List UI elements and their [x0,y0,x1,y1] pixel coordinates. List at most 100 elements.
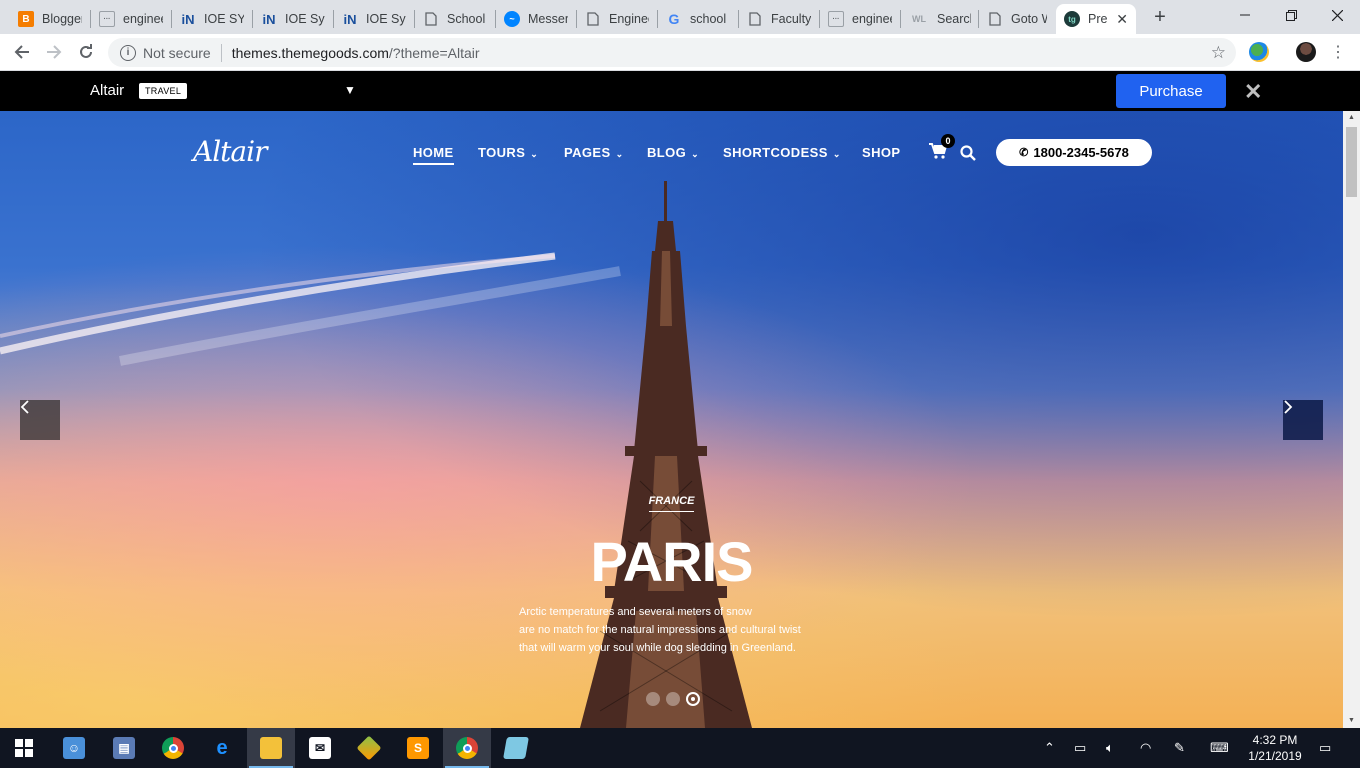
previous-slide-button[interactable] [20,400,60,440]
description-line: Arctic temperatures and several meters o… [519,606,752,618]
tab-ioe-syll-2[interactable]: iN IOE Syll [334,4,414,34]
page-icon: ··· [99,11,115,27]
tab-label: Blogger [42,12,82,26]
search-icon[interactable] [960,145,976,161]
forward-icon[interactable] [42,40,66,64]
security-label: Not secure [143,44,211,61]
pen-icon[interactable]: ✎ [1174,740,1185,756]
taskbar-file-explorer[interactable] [247,728,295,768]
description-line: that will warm your soul while dog sledd… [519,642,796,654]
tab-messenger[interactable]: ~ Messen [496,4,576,34]
chevron-down-icon: ⌄ [530,149,539,159]
purchase-button[interactable]: Purchase [1116,74,1226,108]
tab-enginee-2[interactable]: ··· enginee [820,4,900,34]
profile-avatar[interactable] [1296,42,1316,62]
show-hidden-icons-icon[interactable]: ⌃ [1044,740,1055,756]
slide-description: Arctic temperatures and several meters o… [519,603,839,657]
tab-goto[interactable]: Goto W [979,4,1055,34]
tab-search[interactable]: WL Search [901,4,979,34]
nav-blog-label: BLOG [647,145,687,160]
taskbar-notes[interactable] [492,728,540,768]
system-clock[interactable]: 4:32 PM 1/21/2019 [1244,732,1306,764]
address-bar[interactable]: i Not secure themes.themegoods.com/?them… [108,38,1236,67]
scroll-thumb[interactable] [1346,127,1357,197]
document-icon [423,11,439,27]
slide-dot-1[interactable] [646,692,660,706]
taskbar-file-manager[interactable]: ▤ [100,728,148,768]
notes-icon [503,737,529,759]
close-demo-bar-icon[interactable]: ✕ [1244,79,1262,105]
document-icon [585,11,601,27]
tab-school[interactable]: School [415,4,495,34]
next-slide-button[interactable] [1283,400,1323,440]
restore-button[interactable] [1268,0,1314,30]
taskbar-sublime[interactable]: S [394,728,442,768]
nav-home[interactable]: HOME [413,145,454,165]
tab-label: IOE Syll [366,12,406,26]
nav-tours[interactable]: TOURS ⌄ [478,145,538,160]
info-icon[interactable]: i [120,44,136,61]
tab-ioe-syll[interactable]: iN IOE Syll [253,4,333,34]
tab-blogger[interactable]: B Blogger [10,4,90,34]
phone-number: 1800-2345-5678 [1033,145,1129,160]
volume-icon[interactable]: 🔈︎ [1106,740,1114,756]
slide-dot-2[interactable] [666,692,680,706]
tab-label: Search [937,12,971,26]
new-tab-button[interactable]: + [1150,6,1170,28]
menu-kebab-icon[interactable]: ⋮ [1326,40,1350,64]
taskbar-mail[interactable]: ✉ [296,728,344,768]
close-tab-icon[interactable]: ✕ [1116,11,1128,28]
nav-shop[interactable]: SHOP [862,145,900,160]
tab-label: Pre [1088,12,1108,26]
keyboard-icon[interactable]: ⌨ [1210,740,1229,756]
category-badge: TRAVEL [139,83,188,99]
chrome-icon [456,737,478,759]
notification-center-icon[interactable]: ▭ [1319,740,1331,756]
browser-tab-strip: B Blogger ··· enginee iN IOE SYL iN IOE … [0,0,1360,34]
battery-icon[interactable]: ▭ [1074,740,1086,756]
taskbar-chrome[interactable] [149,728,197,768]
tab-enginee-doc[interactable]: Enginee [577,4,657,34]
minimize-button[interactable] [1222,0,1268,30]
back-icon[interactable] [10,40,34,64]
tab-label: IOE SYL [204,12,244,26]
phone-button[interactable]: ✆ 1800-2345-5678 [996,139,1152,166]
start-button[interactable] [0,728,48,768]
bookmark-star-icon[interactable]: ☆ [1211,43,1226,63]
themegoods-icon: tg [1064,11,1080,27]
omnibox-divider [220,43,222,62]
tab-label: enginee [852,12,892,26]
chevron-down-icon: ⌄ [832,149,841,159]
taskbar-layers[interactable] [345,728,393,768]
contacts-icon: ☺ [63,737,85,759]
clock-date: 1/21/2019 [1248,749,1302,763]
file-explorer-icon [260,737,282,759]
scroll-down-arrow-icon[interactable]: ▼ [1343,714,1360,728]
slide-pagination [646,692,700,706]
mail-icon: ✉ [309,737,331,759]
tab-ioe-syl[interactable]: iN IOE SYL [172,4,252,34]
extension-icon[interactable] [1249,42,1269,62]
page-scrollbar[interactable]: ▲ ▼ [1343,111,1360,728]
tab-google-school[interactable]: G school [658,4,738,34]
nav-pages[interactable]: PAGES ⌄ [564,145,624,160]
wifi-icon[interactable]: ◠ [1140,740,1151,756]
theme-switcher-dropdown-icon[interactable]: ▼ [344,83,356,97]
nav-shortcodess[interactable]: SHORTCODESS ⌄ [723,145,841,160]
nav-blog[interactable]: BLOG ⌄ [647,145,699,160]
scroll-up-arrow-icon[interactable]: ▲ [1343,111,1360,125]
clock-time: 4:32 PM [1252,733,1298,747]
nav-pages-label: PAGES [564,145,611,160]
taskbar-edge[interactable]: e [198,728,246,768]
nav-home-label: HOME [413,145,454,160]
taskbar-chrome-active[interactable] [443,728,491,768]
close-window-button[interactable] [1314,0,1360,30]
taskbar-contacts[interactable]: ☺ [50,728,98,768]
tab-enginee[interactable]: ··· enginee [91,4,171,34]
slide-dot-3-active[interactable] [686,692,700,706]
cart-count-badge: 0 [941,134,955,148]
tab-preview-active[interactable]: tg Pre ✕ [1056,4,1136,34]
tab-faculty[interactable]: Faculty [739,4,819,34]
reload-icon[interactable] [74,40,98,64]
demo-theme-name: Altair [90,82,125,99]
